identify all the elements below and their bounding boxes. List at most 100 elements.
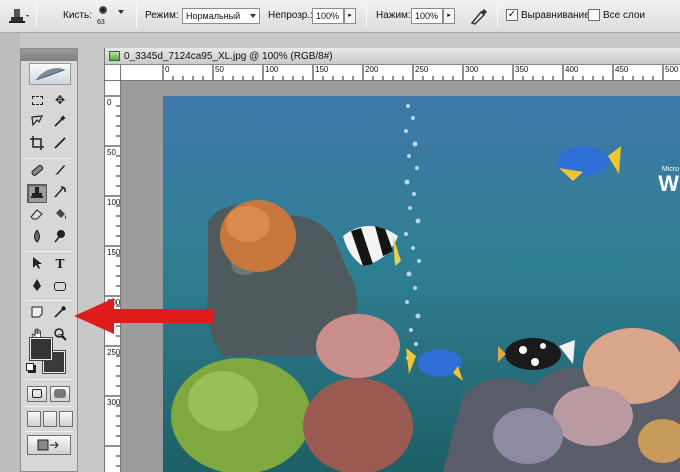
- ruler-label: 250: [107, 348, 121, 357]
- eraser-tool[interactable]: [27, 206, 47, 225]
- separator: [366, 4, 367, 28]
- aligned-checkbox[interactable]: ✓: [506, 9, 518, 21]
- opacity-input[interactable]: 100%: [312, 8, 344, 24]
- brush-preset-picker[interactable]: 63: [93, 4, 127, 30]
- all-layers-checkbox[interactable]: [588, 9, 600, 21]
- feather-icon: [35, 68, 66, 81]
- separator: [497, 4, 498, 28]
- pen-tool[interactable]: [27, 277, 47, 296]
- ruler-label: 100: [265, 65, 279, 74]
- mode-select[interactable]: Нормальный: [182, 8, 260, 24]
- rounded-rectangle-icon: [54, 282, 66, 292]
- note-icon: [31, 306, 43, 318]
- logo-letter: W: [658, 171, 679, 196]
- move-tool[interactable]: ✥: [50, 91, 70, 110]
- pressure-label: Нажим:: [376, 10, 411, 21]
- crop-tool[interactable]: [27, 135, 47, 154]
- healing-brush-tool[interactable]: [27, 162, 47, 181]
- ruler-label: 200: [365, 65, 379, 74]
- jump-to-imageready-button[interactable]: [27, 435, 71, 455]
- eraser-icon: [30, 209, 43, 220]
- ruler-ticks: [162, 65, 664, 80]
- magic-wand-tool[interactable]: [50, 113, 70, 132]
- chevron-down-icon: [250, 14, 256, 18]
- image-canvas[interactable]: Micro W: [163, 96, 680, 472]
- document-title: 0_3345d_7124ca95_XL.jpg @ 100% (RGB/8#): [124, 51, 333, 62]
- standard-mode-button[interactable]: [27, 386, 47, 402]
- left-dock-strip: [0, 33, 20, 472]
- photoshop-feather-logo[interactable]: [29, 63, 71, 85]
- pen-nib-icon: [33, 279, 41, 291]
- clone-stamp-icon: [31, 187, 43, 198]
- divider: [25, 406, 73, 407]
- ruler-ticks: [105, 95, 120, 467]
- mode-value: Нормальный: [186, 11, 241, 21]
- image-file-icon: [109, 51, 120, 61]
- ruler-origin[interactable]: [105, 65, 121, 81]
- divider: [25, 300, 73, 301]
- toolbox-titlebar[interactable]: [21, 49, 77, 61]
- pointer-arrow-icon: [33, 257, 42, 269]
- quick-mask-icon: [54, 389, 66, 398]
- mode-label: Режим:: [145, 10, 179, 21]
- ruler-label: 0: [107, 98, 112, 107]
- clone-stamp-tool[interactable]: [27, 184, 47, 203]
- shape-tool[interactable]: [50, 277, 70, 296]
- airbrush-toggle[interactable]: [469, 6, 489, 26]
- move-icon: ✥: [54, 93, 66, 107]
- ruler-label: 150: [107, 248, 121, 257]
- lasso-tool[interactable]: [27, 113, 47, 132]
- divider: [25, 431, 73, 432]
- brush-icon: [55, 165, 65, 175]
- ruler-label: 450: [615, 65, 629, 74]
- divider: [25, 251, 73, 252]
- history-brush-tool[interactable]: [50, 184, 70, 203]
- clone-stamp-tool-preset[interactable]: [4, 5, 30, 27]
- blur-tool[interactable]: [27, 228, 47, 247]
- rectangular-marquee-tool[interactable]: [27, 91, 47, 110]
- divider: [25, 158, 73, 159]
- opacity-label: Непрозр.:: [268, 10, 313, 21]
- swap-colors-icon[interactable]: ↷: [57, 332, 65, 343]
- screen-mode-full-button[interactable]: [59, 411, 73, 427]
- eyedropper-slice-tool[interactable]: [50, 135, 70, 154]
- screen-mode-standard-button[interactable]: [27, 411, 41, 427]
- quick-mask-button[interactable]: [50, 386, 70, 402]
- clone-stamp-icon: [9, 9, 29, 23]
- bandage-icon: [31, 164, 44, 176]
- document-window: 0_3345d_7124ca95_XL.jpg @ 100% (RGB/8#) …: [104, 48, 680, 472]
- pressure-slider-button[interactable]: ▸: [443, 8, 455, 24]
- brush-tool[interactable]: [50, 162, 70, 181]
- all-layers-label: Все слои: [603, 10, 646, 21]
- annotation-arrow: [74, 298, 214, 334]
- foreground-color-swatch[interactable]: [29, 337, 53, 361]
- default-colors-icon[interactable]: [26, 363, 34, 371]
- imageready-icon: [37, 439, 59, 451]
- document-titlebar[interactable]: 0_3345d_7124ca95_XL.jpg @ 100% (RGB/8#): [105, 48, 680, 65]
- ruler-label: 250: [415, 65, 429, 74]
- screen-mode-full-menu-button[interactable]: [43, 411, 57, 427]
- horizontal-ruler[interactable]: 0 50 100 150 200 250 300 350 400 450 500: [121, 65, 680, 81]
- separator: [136, 4, 137, 28]
- paint-bucket-tool[interactable]: [50, 206, 70, 225]
- standard-mode-icon: [32, 389, 42, 398]
- pressure-input[interactable]: 100%: [411, 8, 443, 24]
- windows-logo-text: Micro W: [658, 166, 679, 196]
- vertical-ruler[interactable]: 0 50 100 150 200 250 300: [105, 81, 121, 472]
- path-selection-tool[interactable]: [27, 255, 47, 274]
- dodge-tool[interactable]: [50, 228, 70, 247]
- blur-drop-icon: [34, 229, 40, 243]
- ruler-label: 300: [107, 398, 121, 407]
- ruler-label: 50: [215, 65, 224, 74]
- ruler-label: 100: [107, 198, 121, 207]
- chevron-down-icon: [118, 10, 124, 14]
- marquee-icon: [31, 96, 43, 106]
- magic-wand-icon: [54, 115, 66, 127]
- notes-tool[interactable]: [27, 304, 47, 323]
- ruler-label: 0: [165, 65, 170, 74]
- eyedropper-tool[interactable]: [50, 304, 70, 323]
- type-tool[interactable]: T: [50, 255, 70, 274]
- crop-icon: [30, 136, 44, 150]
- brush-size: 63: [97, 19, 105, 26]
- opacity-slider-button[interactable]: ▸: [344, 8, 356, 24]
